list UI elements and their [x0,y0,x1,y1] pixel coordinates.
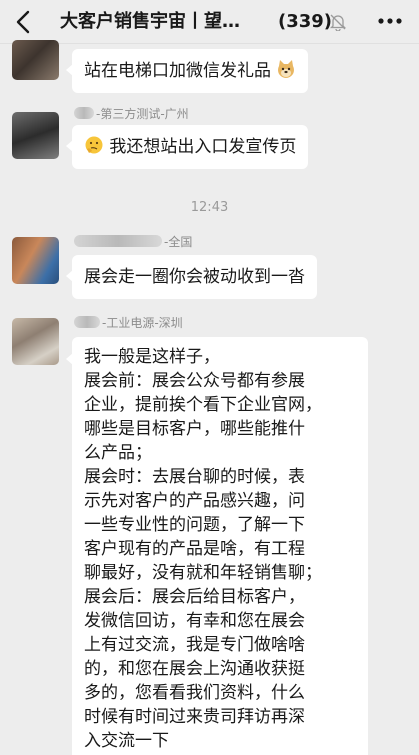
message-bubble[interactable]: 我还想站出入口发宣传页 [65,125,309,169]
message-line: 我一般是这样子， [84,347,220,367]
message-line: 多的，您看看我们资料，什么 [84,683,305,703]
chat-header: 大客户销售宇宙丨望… (339) [0,0,419,44]
message-line: 时候有时间过来贵司拜访再深 [84,707,305,727]
message-line: 展会后：展会后给目标客户， [84,587,305,607]
avatar[interactable] [12,112,59,159]
message-line: 发微信回访，有幸和您在展会 [84,611,305,631]
member-count: (339) [278,11,333,32]
message-line: 展会时：去展台聊的时候，表 [84,467,305,487]
message-line: 客户现有的产品是啥，有工程 [84,539,305,559]
message-line: 上有过交流，我是专门做啥啥 [84,635,305,655]
timestamp: 12:43 [190,200,229,215]
avatar[interactable] [12,40,59,80]
message-line: 哪些是目标客户，哪些能推什 [84,419,305,439]
sender-name: -第三方测试-广州 [74,105,189,123]
message-line: 聊最好，没有就和年轻销售聊； [84,563,322,583]
avatar[interactable] [12,318,59,365]
thinking-face-emoji [85,136,103,154]
message-line: 的，和您在展会上沟通收获挺 [84,659,305,679]
chat-title[interactable]: 大客户销售宇宙丨望… [60,9,274,35]
message-text: 站在电梯口加微信发礼品 [84,61,271,81]
message-line: 展会前：展会公众号都有参展 [84,371,305,391]
message-bubble[interactable]: 展会走一圈你会被动收到一沓 [66,255,317,299]
message-line: 一些专业性的问题，了解一下 [84,515,305,535]
message-bubble[interactable]: 我一般是这样子， 展会前：展会公众号都有参展 企业，提前挨个看下企业官网， 哪些… [66,337,368,755]
message-text: 我还想站出入口发宣传页 [109,137,297,157]
avatar[interactable] [12,237,59,284]
message-line: 入交流一下 [84,731,169,751]
sender-name: -全国 [74,233,192,251]
message-line: 示先对客户的产品感兴趣，问 [84,491,305,511]
message-line: 企业，提前挨个看下企业官网， [84,395,322,415]
message-line: 么产品； [84,443,152,463]
message-bubble[interactable]: 站在电梯口加微信发礼品 [65,49,309,93]
back-icon[interactable] [12,9,36,35]
more-icon[interactable] [377,17,403,25]
mute-bell-icon [329,14,347,31]
sender-name: -工业电源-深圳 [74,314,183,332]
doge-emoji [278,60,295,78]
message-text: 展会走一圈你会被动收到一沓 [84,267,305,287]
